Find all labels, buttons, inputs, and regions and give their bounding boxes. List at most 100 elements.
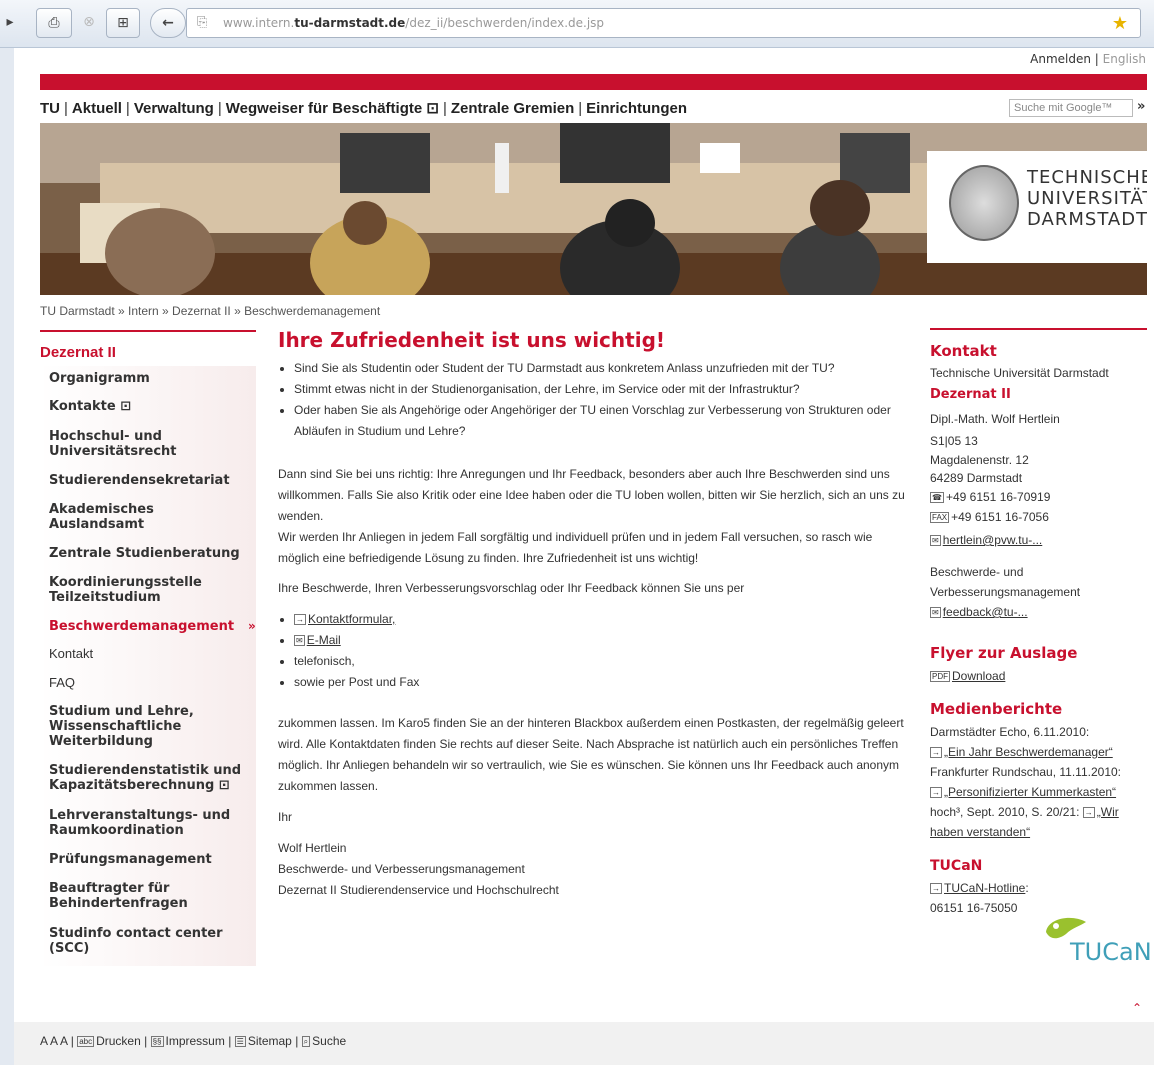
- nav-wegweiser[interactable]: Wegweiser für Beschäftigte ⊡: [226, 100, 439, 117]
- feedback-email-link[interactable]: feedback@tu-...: [943, 605, 1028, 619]
- sidebar-item-kontakte[interactable]: Kontakte ⊡: [49, 399, 131, 414]
- footer-search-link[interactable]: Suche: [312, 1034, 346, 1048]
- sidebar-item-beschwerdemanagement[interactable]: Beschwerdemanagement: [49, 619, 234, 634]
- sidebar-item-hochschulrecht[interactable]: Hochschul- und Universitätsrecht: [49, 429, 177, 459]
- media-source-3: hoch³, Sept. 2010, S. 20/21:: [930, 805, 1080, 819]
- contact-room: S1|05 13: [930, 434, 978, 448]
- email-link[interactable]: E-Mail: [307, 633, 341, 647]
- back-arrow-icon[interactable]: ←: [150, 8, 186, 38]
- window-edge: [0, 48, 14, 1065]
- browser-toolbar: ▸ ⎙ ⊗ ⊞ ← ⎘ www.intern.tu-darmstadt.de/d…: [0, 0, 1154, 48]
- sidebar-header[interactable]: Dezernat II: [40, 330, 256, 367]
- media-item-1: → „Ein Jahr Beschwerdemanager“: [930, 742, 1147, 762]
- search-input[interactable]: Suche mit Google™: [1009, 99, 1133, 117]
- sidebar-item-pruefungsmanagement[interactable]: Prüfungsmanagement: [49, 852, 212, 867]
- tucan-logo-text: TUCaN: [1070, 938, 1152, 966]
- media-header: Medienberichte: [930, 700, 1063, 718]
- breadcrumb[interactable]: TU Darmstadt » Intern » Dezernat II » Be…: [40, 304, 380, 318]
- tucan-logo[interactable]: TUCaN: [1042, 912, 1152, 968]
- logo-line-2: UNIVERSITÄT: [1027, 188, 1147, 209]
- new-tab-icon[interactable]: ⊞: [106, 8, 140, 38]
- footer-separator: |: [70, 1034, 74, 1048]
- arrow-link-icon: →: [294, 614, 306, 625]
- nav-separator: |: [578, 100, 583, 117]
- footer-bar: A A A | abc Drucken | §§ Impressum | ☰ Site…: [14, 1022, 1154, 1065]
- contact-street: Magdalenenstr. 12: [930, 453, 1029, 467]
- flyer-download-link[interactable]: Download: [952, 669, 1005, 683]
- contact-email: ✉ hertlein@pvw.tu-...: [930, 530, 1147, 550]
- tu-darmstadt-logo[interactable]: TECHNISCHE UNIVERSITÄT DARMSTADT: [927, 151, 1147, 263]
- footer-sitemap-link[interactable]: Sitemap: [248, 1034, 292, 1048]
- footer-separator: |: [228, 1034, 232, 1048]
- footer-links: A A A | abc Drucken | §§ Impressum | ☰ Site…: [40, 1034, 346, 1048]
- sidebar-item-lehrveranstaltungen[interactable]: Lehrveranstaltungs- und Raumkoordination: [49, 808, 230, 838]
- sidebar-item-studierendensekretariat[interactable]: Studierendensekretariat: [49, 473, 230, 488]
- tucan-hotline-link[interactable]: TUCaN-Hotline: [944, 881, 1025, 895]
- footer-separator: |: [144, 1034, 148, 1048]
- media-link-1[interactable]: „Ein Jahr Beschwerdemanager“: [944, 745, 1113, 759]
- header-red-bar: [40, 74, 1147, 90]
- department-name: Dezernat II: [930, 387, 1011, 402]
- english-link[interactable]: English: [1103, 52, 1146, 66]
- sidebar-item-auslandsamt[interactable]: Akademisches Auslandsamt: [49, 502, 154, 532]
- contact-fax: FAX +49 6151 16-7056: [930, 507, 1147, 527]
- sidebar-item-faq[interactable]: FAQ: [49, 675, 75, 690]
- search-go-button[interactable]: »: [1137, 99, 1145, 114]
- channel-list: →Kontaktformular, ✉E-Mail telefonisch, s…: [278, 609, 912, 693]
- pdf-icon: PDF: [930, 671, 950, 682]
- arrow-link-icon: →: [930, 747, 942, 758]
- page-title: Ihre Zufriedenheit ist uns wichtig!: [278, 328, 666, 352]
- sidebar-item-kontakt[interactable]: Kontakt: [49, 646, 93, 661]
- mail-icon: ✉: [930, 535, 941, 546]
- sidebar-item-organigramm[interactable]: Organigramm: [49, 371, 150, 386]
- sidebar-item-studienberatung[interactable]: Zentrale Studienberatung: [49, 546, 240, 561]
- url-prefix: www.intern.: [223, 16, 295, 30]
- print-icon[interactable]: ⎙: [36, 8, 72, 38]
- nav-tu[interactable]: TU: [40, 100, 60, 117]
- media-link-2[interactable]: „Personifizierter Kummerkasten“: [944, 785, 1116, 799]
- nav-einrichtungen[interactable]: Einrichtungen: [586, 100, 687, 117]
- address-bar[interactable]: ⎘ www.intern.tu-darmstadt.de/dez_ii/besc…: [186, 8, 1141, 38]
- bookmark-star-icon[interactable]: ★: [1112, 10, 1128, 38]
- sidebar-item-studium-lehre[interactable]: Studium und Lehre, Wissenschaftliche Wei…: [49, 704, 194, 749]
- nav-gremien[interactable]: Zentrale Gremien: [451, 100, 574, 117]
- contact-email-link[interactable]: hertlein@pvw.tu-...: [943, 533, 1043, 547]
- nav-verwaltung[interactable]: Verwaltung: [134, 100, 214, 117]
- sidebar-item-studierendenstatistik[interactable]: Studierendenstatistik und Kapazitätsbere…: [49, 763, 241, 793]
- stop-icon[interactable]: ⊗: [76, 8, 102, 38]
- list-item: Oder haben Sie als Angehörige oder Angeh…: [294, 400, 912, 442]
- tucan-hotline: → TUCaN-Hotline: 06151 16-75050: [930, 878, 1030, 918]
- font-size-switcher[interactable]: A A A: [40, 1034, 67, 1048]
- nav-aktuell[interactable]: Aktuell: [72, 100, 122, 117]
- back-to-top-icon[interactable]: ⌃: [1132, 1001, 1142, 1015]
- contact-header: Kontakt: [930, 328, 1147, 360]
- arrow-link-icon: →: [930, 883, 942, 894]
- list-item: ✉E-Mail: [294, 630, 912, 651]
- sidebar-item-teilzeitstudium[interactable]: Koordinierungsstelle Teilzeitstudium: [49, 575, 202, 605]
- flyer-header: Flyer zur Auslage: [930, 644, 1078, 662]
- main-content: Ihre Zufriedenheit ist uns wichtig! Sind…: [278, 328, 912, 901]
- menu-arrow-icon[interactable]: ▸: [0, 8, 20, 38]
- url-domain: tu-darmstadt.de: [294, 16, 406, 30]
- management-label: Beschwerde- und Verbesserungsmanagement: [930, 565, 1081, 599]
- intro-paragraph: Dann sind Sie bei uns richtig: Ihre Anre…: [278, 467, 905, 523]
- media-source-2: Frankfurter Rundschau, 11.11.2010:: [930, 765, 1122, 779]
- signature-name: Wolf Hertlein: [278, 841, 347, 855]
- imprint-icon: §§: [150, 1036, 164, 1047]
- tucan-header: TUCaN: [930, 858, 983, 874]
- sidebar-item-scc[interactable]: Studinfo contact center (SCC): [49, 926, 223, 956]
- fax-icon: FAX: [930, 512, 950, 523]
- flyer-download: PDF Download: [930, 666, 1147, 686]
- url-path: /dez_ii/beschwerden/index.de.jsp: [405, 16, 605, 30]
- sidebar-item-behindertenfragen[interactable]: Beauftragter für Behindertenfragen: [49, 881, 188, 911]
- media-item-2: → „Personifizierter Kummerkasten“: [930, 782, 1147, 802]
- login-link[interactable]: Anmelden: [1030, 52, 1091, 66]
- details-paragraph: zukommen lassen. Im Karo5 finden Sie an …: [278, 716, 904, 793]
- footer-imprint-link[interactable]: Impressum: [166, 1034, 225, 1048]
- list-item: telefonisch,: [294, 651, 912, 672]
- active-item-marker: »: [248, 619, 256, 633]
- contact-form-link[interactable]: Kontaktformular,: [308, 612, 395, 626]
- main-navigation: TU | Aktuell | Verwaltung | Wegweiser für Besc…: [40, 99, 687, 117]
- top-links: Anmelden | English: [1030, 52, 1146, 66]
- footer-print-link[interactable]: Drucken: [96, 1034, 141, 1048]
